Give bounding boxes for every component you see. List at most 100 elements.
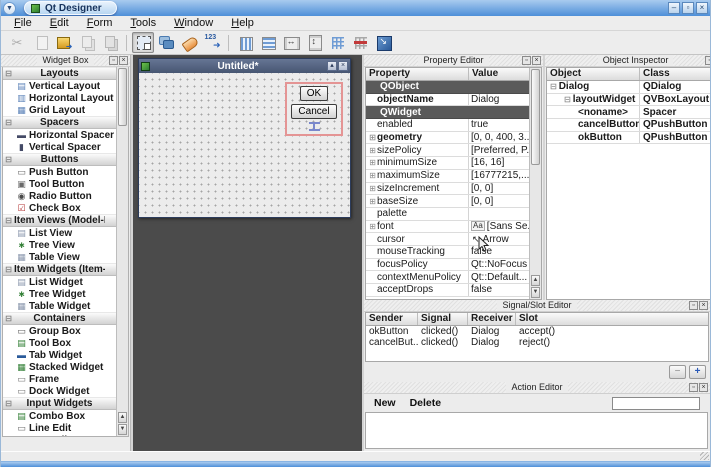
property-editor-close-button[interactable]: ×: [532, 56, 541, 65]
action-filter-input[interactable]: [612, 397, 700, 410]
scroll-down-icon[interactable]: ▼: [118, 424, 127, 435]
widget-tool-box[interactable]: ▤Tool Box: [3, 337, 116, 349]
layout-selection-box[interactable]: OK Cancel: [285, 82, 343, 136]
widget-line-edit[interactable]: ▭Line Edit: [3, 422, 116, 434]
widget-tab-widget[interactable]: ▬Tab Widget: [3, 349, 116, 361]
scrollbar-thumb[interactable]: [118, 68, 127, 126]
property-row-enabled[interactable]: ⊞enabledtrue: [366, 119, 529, 132]
widget-combo-box[interactable]: ▤Combo Box: [3, 410, 116, 422]
cut-button[interactable]: [7, 32, 29, 53]
property-editor-scrollbar[interactable]: ▲ ▼: [529, 68, 541, 299]
form-titlebar[interactable]: Untitled* ▴ ×: [139, 59, 350, 73]
widget-tree-widget[interactable]: ∗Tree Widget: [3, 288, 116, 300]
widget-horizontal-layout[interactable]: ▥Horizontal Layout: [3, 92, 116, 104]
clone-button[interactable]: [99, 32, 121, 53]
widget-box-float-button[interactable]: ▫: [109, 56, 118, 65]
copy-button[interactable]: [30, 32, 52, 53]
connection-row-cancelbut[interactable]: cancelBut...clicked()Dialogreject(): [366, 337, 708, 348]
widget-text-edit[interactable]: ▤Text Edit: [3, 434, 116, 436]
action-editor-float-button[interactable]: ▫: [689, 383, 698, 392]
property-row-basesize[interactable]: ⊞baseSize[0, 0]: [366, 195, 529, 208]
widget-grid-layout[interactable]: ▦Grid Layout: [3, 104, 116, 116]
maximize-button[interactable]: ▫: [682, 2, 694, 14]
scroll-up-icon[interactable]: ▲: [118, 412, 127, 423]
category-item-views-model-based[interactable]: ⊟Item Views (Model-Based): [3, 214, 116, 227]
scroll-up-icon[interactable]: ▲: [531, 275, 540, 286]
property-row-palette[interactable]: ⊞palette: [366, 208, 529, 221]
delete-action-button[interactable]: Delete: [410, 397, 442, 409]
widget-table-view[interactable]: ▦Table View: [3, 251, 116, 263]
column-slot[interactable]: Slot: [516, 313, 708, 325]
widget-list-widget[interactable]: ▤List Widget: [3, 276, 116, 288]
inspector-row-noname[interactable]: <noname>Spacer: [547, 106, 711, 119]
paste-button[interactable]: [53, 32, 75, 53]
inspector-row-dialog[interactable]: ⊟DialogQDialog: [547, 81, 711, 94]
object-inspector-float-button[interactable]: ▫: [705, 56, 711, 65]
lay-out-grid-button[interactable]: [326, 32, 348, 53]
property-group-qwidget[interactable]: QWidget: [366, 106, 529, 119]
inspector-row-cancelbutton[interactable]: cancelButtonQPushButton: [547, 119, 711, 132]
form-canvas[interactable]: OK Cancel: [139, 73, 350, 217]
category-item-widgets-item-based[interactable]: ⊟Item Widgets (Item-Based): [3, 263, 116, 276]
cancel-button[interactable]: Cancel: [291, 104, 336, 119]
column-signal[interactable]: Signal: [418, 313, 468, 325]
property-row-minimumsize[interactable]: ⊞minimumSize[16, 16]: [366, 157, 529, 170]
lay-out-vertically-button[interactable]: [257, 32, 279, 53]
menu-help[interactable]: Help: [222, 17, 263, 29]
property-row-mousetracking[interactable]: ⊞mouseTrackingfalse: [366, 246, 529, 259]
action-editor-close-button[interactable]: ×: [699, 383, 708, 392]
widget-dock-widget[interactable]: ▭Dock Widget: [3, 385, 116, 397]
edit-buddies-button[interactable]: [178, 32, 200, 53]
widget-frame[interactable]: ▭Frame: [3, 373, 116, 385]
menu-window[interactable]: Window: [165, 17, 222, 29]
edit-tab-order-button[interactable]: [201, 32, 223, 53]
widget-list-view[interactable]: ▤List View: [3, 227, 116, 239]
widget-horizontal-spacer[interactable]: ▬Horizontal Spacer: [3, 129, 116, 141]
property-row-contextmenupolicy[interactable]: ⊞contextMenuPolicyQt::Default...: [366, 271, 529, 284]
form-window[interactable]: Untitled* ▴ × OK Cancel: [138, 58, 351, 218]
edit-widgets-button[interactable]: [132, 32, 154, 53]
lay-out-horizontally-button[interactable]: [234, 32, 256, 53]
category-containers[interactable]: ⊟Containers: [3, 312, 116, 325]
property-row-focuspolicy[interactable]: ⊞focusPolicyQt::NoFocus: [366, 259, 529, 272]
scrollbar-thumb[interactable]: [531, 69, 540, 165]
minimize-button[interactable]: –: [668, 2, 680, 14]
property-row-sizeincrement[interactable]: ⊞sizeIncrement[0, 0]: [366, 183, 529, 196]
widget-vertical-spacer[interactable]: ▮Vertical Spacer: [3, 141, 116, 153]
signal-slot-editor-close-button[interactable]: ×: [699, 301, 708, 310]
widget-vertical-layout[interactable]: ▤Vertical Layout: [3, 80, 116, 92]
widget-box-close-button[interactable]: ×: [119, 56, 128, 65]
action-list[interactable]: [365, 412, 708, 449]
signal-slot-editor-float-button[interactable]: ▫: [689, 301, 698, 310]
widget-push-button[interactable]: ▭Push Button: [3, 166, 116, 178]
remove-connection-button[interactable]: −: [669, 365, 686, 379]
widget-check-box[interactable]: ☑Check Box: [3, 202, 116, 214]
add-connection-button[interactable]: +: [689, 365, 706, 379]
widget-radio-button[interactable]: ◉Radio Button: [3, 190, 116, 202]
menu-edit[interactable]: Edit: [41, 17, 78, 29]
break-layout-button[interactable]: [349, 32, 371, 53]
widget-group-box[interactable]: ▭Group Box: [3, 325, 116, 337]
lay-out-horizontal-splitter-button[interactable]: [280, 32, 302, 53]
inspector-row-okbutton[interactable]: okButtonQPushButton: [547, 132, 711, 145]
property-row-maximumsize[interactable]: ⊞maximumSize[16777215,...: [366, 170, 529, 183]
vertical-spacer-widget[interactable]: [309, 122, 320, 131]
widget-box-scrollbar[interactable]: ▲ ▼: [116, 67, 128, 436]
duplicate-button[interactable]: [76, 32, 98, 53]
form-close-button[interactable]: ×: [338, 61, 348, 71]
column-class[interactable]: Class: [640, 68, 711, 80]
form-minimize-button[interactable]: ▴: [327, 61, 337, 71]
category-spacers[interactable]: ⊟Spacers: [3, 116, 116, 129]
category-buttons[interactable]: ⊟Buttons: [3, 153, 116, 166]
adjust-size-button[interactable]: [372, 32, 394, 53]
column-property[interactable]: Property: [366, 68, 469, 80]
widget-table-widget[interactable]: ▦Table Widget: [3, 300, 116, 312]
inspector-row-layoutwidget[interactable]: ⊟layoutWidgetQVBoxLayout: [547, 94, 711, 107]
category-layouts[interactable]: ⊟Layouts: [3, 67, 116, 80]
lay-out-vertical-splitter-button[interactable]: [303, 32, 325, 53]
column-value[interactable]: Value: [469, 68, 529, 80]
widget-tool-button[interactable]: ▣Tool Button: [3, 178, 116, 190]
property-row-sizepolicy[interactable]: ⊞sizePolicy[Preferred, P...: [366, 144, 529, 157]
widget-tree-view[interactable]: ∗Tree View: [3, 239, 116, 251]
property-row-objectname[interactable]: ⊞objectNameDialog: [366, 94, 529, 107]
